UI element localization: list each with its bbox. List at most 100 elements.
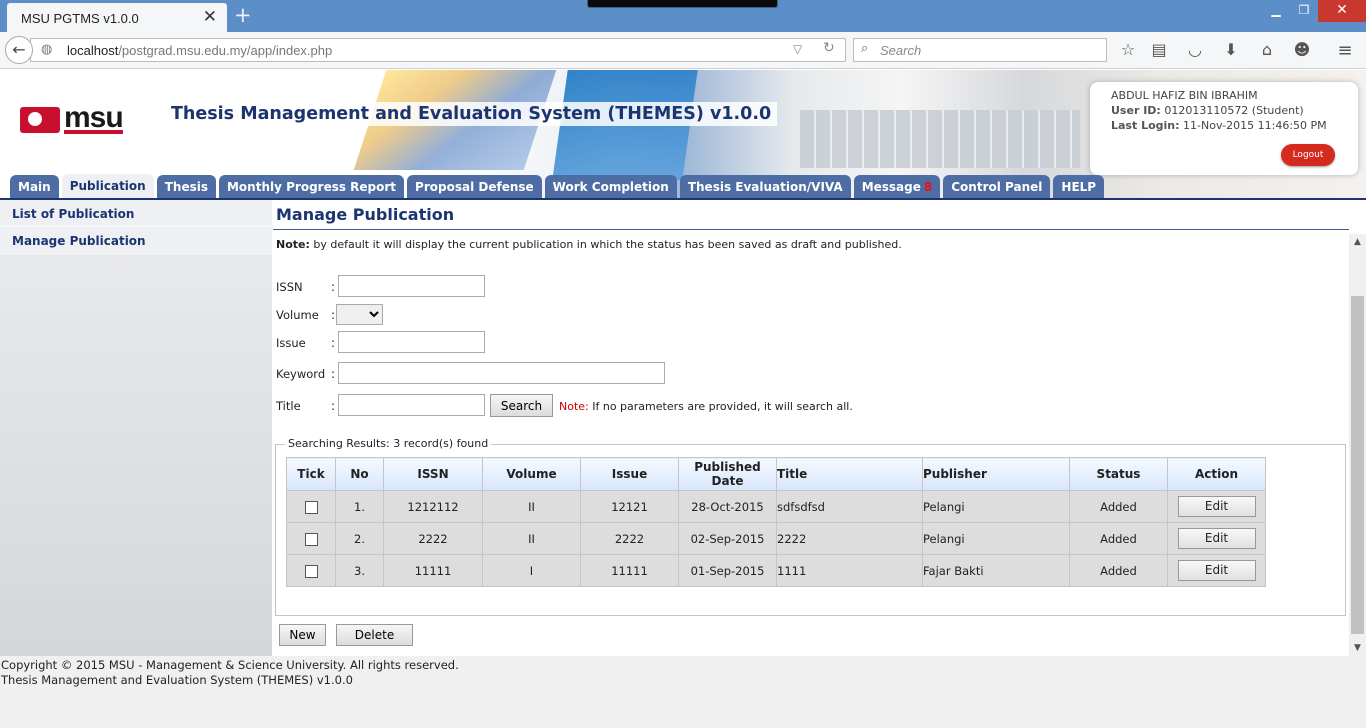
menu-tab-main[interactable]: Main xyxy=(10,175,59,199)
status-cell: Added xyxy=(1069,490,1168,523)
menu-tab-proposal-defense[interactable]: Proposal Defense xyxy=(407,175,542,199)
window-close-icon[interactable]: ✕ xyxy=(1318,0,1366,22)
col-publisher: Publisher xyxy=(922,457,1070,491)
download-icon[interactable]: ⬇ xyxy=(1220,40,1242,59)
col-published-date: Published Date xyxy=(678,457,777,491)
search-icon: ⌕ xyxy=(861,41,869,56)
date-cell: 01-Sep-2015 xyxy=(678,554,777,587)
keyword-input[interactable] xyxy=(338,362,665,384)
title-cell: sdfsdfsd xyxy=(776,490,923,523)
tabstrip-widget xyxy=(587,0,778,8)
volume-label: Volume xyxy=(276,308,319,322)
sidebar: List of Publication Manage Publication xyxy=(0,200,272,656)
table-row: 3. 11111 I 11111 01-Sep-2015 1111 Fajar … xyxy=(286,554,1266,587)
keyword-label: Keyword xyxy=(276,367,326,381)
date-cell: 28-Oct-2015 xyxy=(678,490,777,523)
title-input[interactable] xyxy=(338,394,485,416)
site-header: msu Thesis Management and Evaluation Sys… xyxy=(0,70,1366,200)
browser-navbar: ◍ localhost/postgrad.msu.edu.my/app/inde… xyxy=(0,32,1366,69)
publisher-cell: Pelangi xyxy=(922,490,1070,523)
message-count-badge: 8 xyxy=(923,180,933,194)
main-menu: Main Publication Thesis Monthly Progress… xyxy=(10,174,1105,199)
footer-system-name: Thesis Management and Evaluation System … xyxy=(1,673,353,687)
browser-tab[interactable]: MSU PGTMS v1.0.0 ✕ xyxy=(7,3,227,32)
edit-button[interactable]: Edit xyxy=(1177,528,1256,549)
action-cell: Edit xyxy=(1167,490,1266,523)
issue-cell: 2222 xyxy=(580,522,679,555)
dropdown-arrow-icon[interactable]: ▽ xyxy=(793,42,802,56)
no-cell: 1. xyxy=(335,490,384,523)
pocket-icon[interactable]: ◡ xyxy=(1184,40,1206,59)
issue-label: Issue xyxy=(276,336,306,350)
title-colon: : xyxy=(331,399,336,413)
results-table: Tick No ISSN Volume Issue Published Date… xyxy=(286,457,1266,587)
menu-tab-thesis-evaluation[interactable]: Thesis Evaluation/VIVA xyxy=(679,175,851,199)
url-text: localhost/postgrad.msu.edu.my/app/index.… xyxy=(67,43,333,58)
tick-cell xyxy=(286,522,336,555)
row-checkbox[interactable] xyxy=(304,500,318,514)
volume-select[interactable] xyxy=(336,304,383,325)
date-cell: 02-Sep-2015 xyxy=(678,522,777,555)
minimize-icon[interactable]: ▁ xyxy=(1262,0,1290,22)
new-button[interactable]: New xyxy=(279,624,326,646)
smiley-icon[interactable]: ☻ xyxy=(1291,40,1313,59)
footer: Copyright © 2015 MSU - Management & Scie… xyxy=(0,656,1366,728)
menu-tab-publication[interactable]: Publication xyxy=(61,174,154,199)
logout-button[interactable]: Logout xyxy=(1281,144,1335,166)
table-row: 1. 1212112 II 12121 28-Oct-2015 sdfsdfsd… xyxy=(286,490,1266,523)
footer-copyright: Copyright © 2015 MSU - Management & Scie… xyxy=(1,658,459,672)
volume-cell: II xyxy=(482,522,581,555)
menu-tab-control-panel[interactable]: Control Panel xyxy=(943,175,1051,199)
results-fieldset: Searching Results: 3 record(s) found Tic… xyxy=(275,437,1346,616)
tick-cell xyxy=(286,554,336,587)
scroll-thumb[interactable] xyxy=(1351,296,1364,634)
delete-button[interactable]: Delete xyxy=(336,624,413,646)
results-legend: Searching Results: 3 record(s) found xyxy=(285,437,492,450)
edit-button[interactable]: Edit xyxy=(1177,560,1256,581)
issn-input[interactable] xyxy=(338,275,485,297)
menu-tab-thesis[interactable]: Thesis xyxy=(156,175,216,199)
scroll-down-icon[interactable]: ▼ xyxy=(1349,640,1366,656)
page-scrollbar[interactable]: ▲ ▼ xyxy=(1349,234,1366,656)
bookmark-star-icon[interactable]: ☆ xyxy=(1117,40,1139,59)
sidebar-item-list-of-publication[interactable]: List of Publication xyxy=(0,200,272,227)
menu-tab-monthly-progress-report[interactable]: Monthly Progress Report xyxy=(218,175,405,199)
globe-icon: ◍ xyxy=(41,42,53,57)
issn-cell: 2222 xyxy=(383,522,483,555)
browser-search-input[interactable]: ⌕ Search xyxy=(853,38,1107,62)
search-placeholder: Search xyxy=(880,43,922,58)
no-cell: 2. xyxy=(335,522,384,555)
keyword-colon: : xyxy=(331,367,336,381)
restore-icon[interactable]: ❐ xyxy=(1290,0,1318,22)
reload-icon[interactable]: ↻ xyxy=(823,40,835,56)
action-cell: Edit xyxy=(1167,554,1266,587)
action-cell: Edit xyxy=(1167,522,1266,555)
search-button[interactable]: Search xyxy=(490,394,553,417)
search-note: Note: If no parameters are provided, it … xyxy=(559,400,853,413)
issue-input[interactable] xyxy=(338,331,485,353)
edit-button[interactable]: Edit xyxy=(1177,496,1256,517)
address-bar[interactable]: ◍ localhost/postgrad.msu.edu.my/app/inde… xyxy=(30,38,846,62)
menu-tab-work-completion[interactable]: Work Completion xyxy=(544,175,677,199)
title-label: Title xyxy=(276,399,301,413)
back-button[interactable]: ← xyxy=(5,36,33,64)
row-checkbox[interactable] xyxy=(304,564,318,578)
volume-colon: : xyxy=(331,308,336,322)
issue-cell: 12121 xyxy=(580,490,679,523)
reading-list-icon[interactable]: ▤ xyxy=(1148,40,1170,59)
msu-logo: msu xyxy=(20,103,124,134)
menu-icon[interactable]: ≡ xyxy=(1334,40,1356,61)
close-tab-icon[interactable]: ✕ xyxy=(203,7,217,27)
sidebar-item-manage-publication[interactable]: Manage Publication xyxy=(0,227,272,254)
home-icon[interactable]: ⌂ xyxy=(1256,40,1278,59)
col-title: Title xyxy=(776,457,923,491)
menu-tab-message[interactable]: Message 8 xyxy=(853,175,941,199)
table-row: 2. 2222 II 2222 02-Sep-2015 2222 Pelangi… xyxy=(286,522,1266,555)
col-no: No xyxy=(335,457,384,491)
menu-tab-help[interactable]: HELP xyxy=(1053,175,1105,199)
new-tab-icon[interactable]: + xyxy=(234,3,252,27)
scroll-up-icon[interactable]: ▲ xyxy=(1349,234,1366,250)
row-checkbox[interactable] xyxy=(304,532,318,546)
no-cell: 3. xyxy=(335,554,384,587)
table-header-row: Tick No ISSN Volume Issue Published Date… xyxy=(286,457,1266,491)
